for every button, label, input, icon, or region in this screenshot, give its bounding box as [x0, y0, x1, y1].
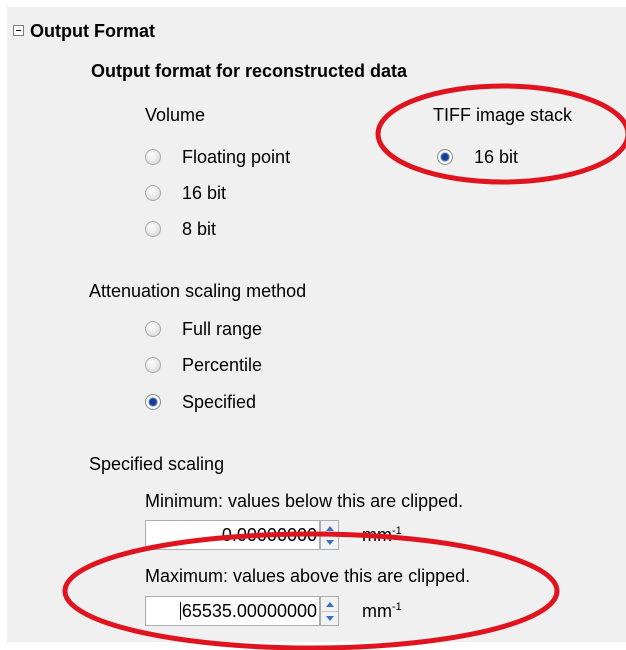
maximum-spinner[interactable] [320, 596, 339, 626]
minimum-value-input[interactable]: 0.00000000 [145, 520, 320, 550]
text-caret [179, 602, 181, 620]
maximum-label: Maximum: values above this are clipped. [145, 566, 471, 586]
panel-bottom-margin [0, 642, 626, 650]
tiff-stack-label: TIFF image stack [433, 105, 573, 125]
minimum-unit-base: mm [362, 525, 392, 545]
arrow-down-icon [325, 539, 334, 545]
maximum-unit-base: mm [362, 601, 392, 621]
specified-scaling-label: Specified scaling [89, 454, 225, 474]
panel-top-margin [0, 0, 626, 7]
maximum-value-text: 65535.00000000 [181, 601, 317, 621]
attenuation-percentile-label[interactable]: Percentile [182, 355, 262, 375]
output-format-heading: Output format for reconstructed data [91, 61, 408, 81]
panel-left-margin [0, 0, 7, 650]
arrow-down-icon [325, 615, 334, 621]
minimum-label: Minimum: values below this are clipped. [145, 491, 464, 511]
minimum-value-text: 0.00000000 [221, 525, 317, 545]
volume-label: Volume [145, 105, 206, 125]
attenuation-scaling-label: Attenuation scaling method [89, 281, 307, 301]
tiff-16bit-radio[interactable] [437, 149, 453, 165]
options-panel [0, 0, 626, 650]
volume-floating-point-radio[interactable] [145, 149, 161, 165]
section-title: Output Format [30, 21, 155, 41]
volume-floating-point-label[interactable]: Floating point [182, 147, 290, 167]
minimum-increment-button[interactable] [321, 521, 338, 536]
maximum-unit: mm-1 [362, 601, 402, 622]
maximum-value-input[interactable]: 65535.00000000 [145, 596, 320, 626]
maximum-increment-button[interactable] [321, 597, 338, 612]
attenuation-full-range-radio[interactable] [145, 321, 161, 337]
minimum-unit-exponent: -1 [392, 525, 402, 537]
maximum-decrement-button[interactable] [321, 611, 338, 625]
volume-16bit-label[interactable]: 16 bit [182, 183, 226, 203]
collapse-toggle-icon[interactable] [13, 25, 24, 36]
tiff-16bit-label[interactable]: 16 bit [474, 147, 518, 167]
arrow-up-icon [325, 525, 334, 531]
minimum-decrement-button[interactable] [321, 535, 338, 549]
minimum-unit: mm-1 [362, 525, 402, 546]
attenuation-specified-radio[interactable] [145, 394, 161, 410]
volume-8bit-radio[interactable] [145, 221, 161, 237]
arrow-up-icon [325, 601, 334, 607]
volume-8bit-label[interactable]: 8 bit [182, 219, 216, 239]
minimum-spinner[interactable] [320, 520, 339, 550]
maximum-unit-exponent: -1 [392, 601, 402, 613]
attenuation-specified-label[interactable]: Specified [182, 392, 256, 412]
volume-16bit-radio[interactable] [145, 185, 161, 201]
attenuation-full-range-label[interactable]: Full range [182, 319, 262, 339]
attenuation-percentile-radio[interactable] [145, 357, 161, 373]
